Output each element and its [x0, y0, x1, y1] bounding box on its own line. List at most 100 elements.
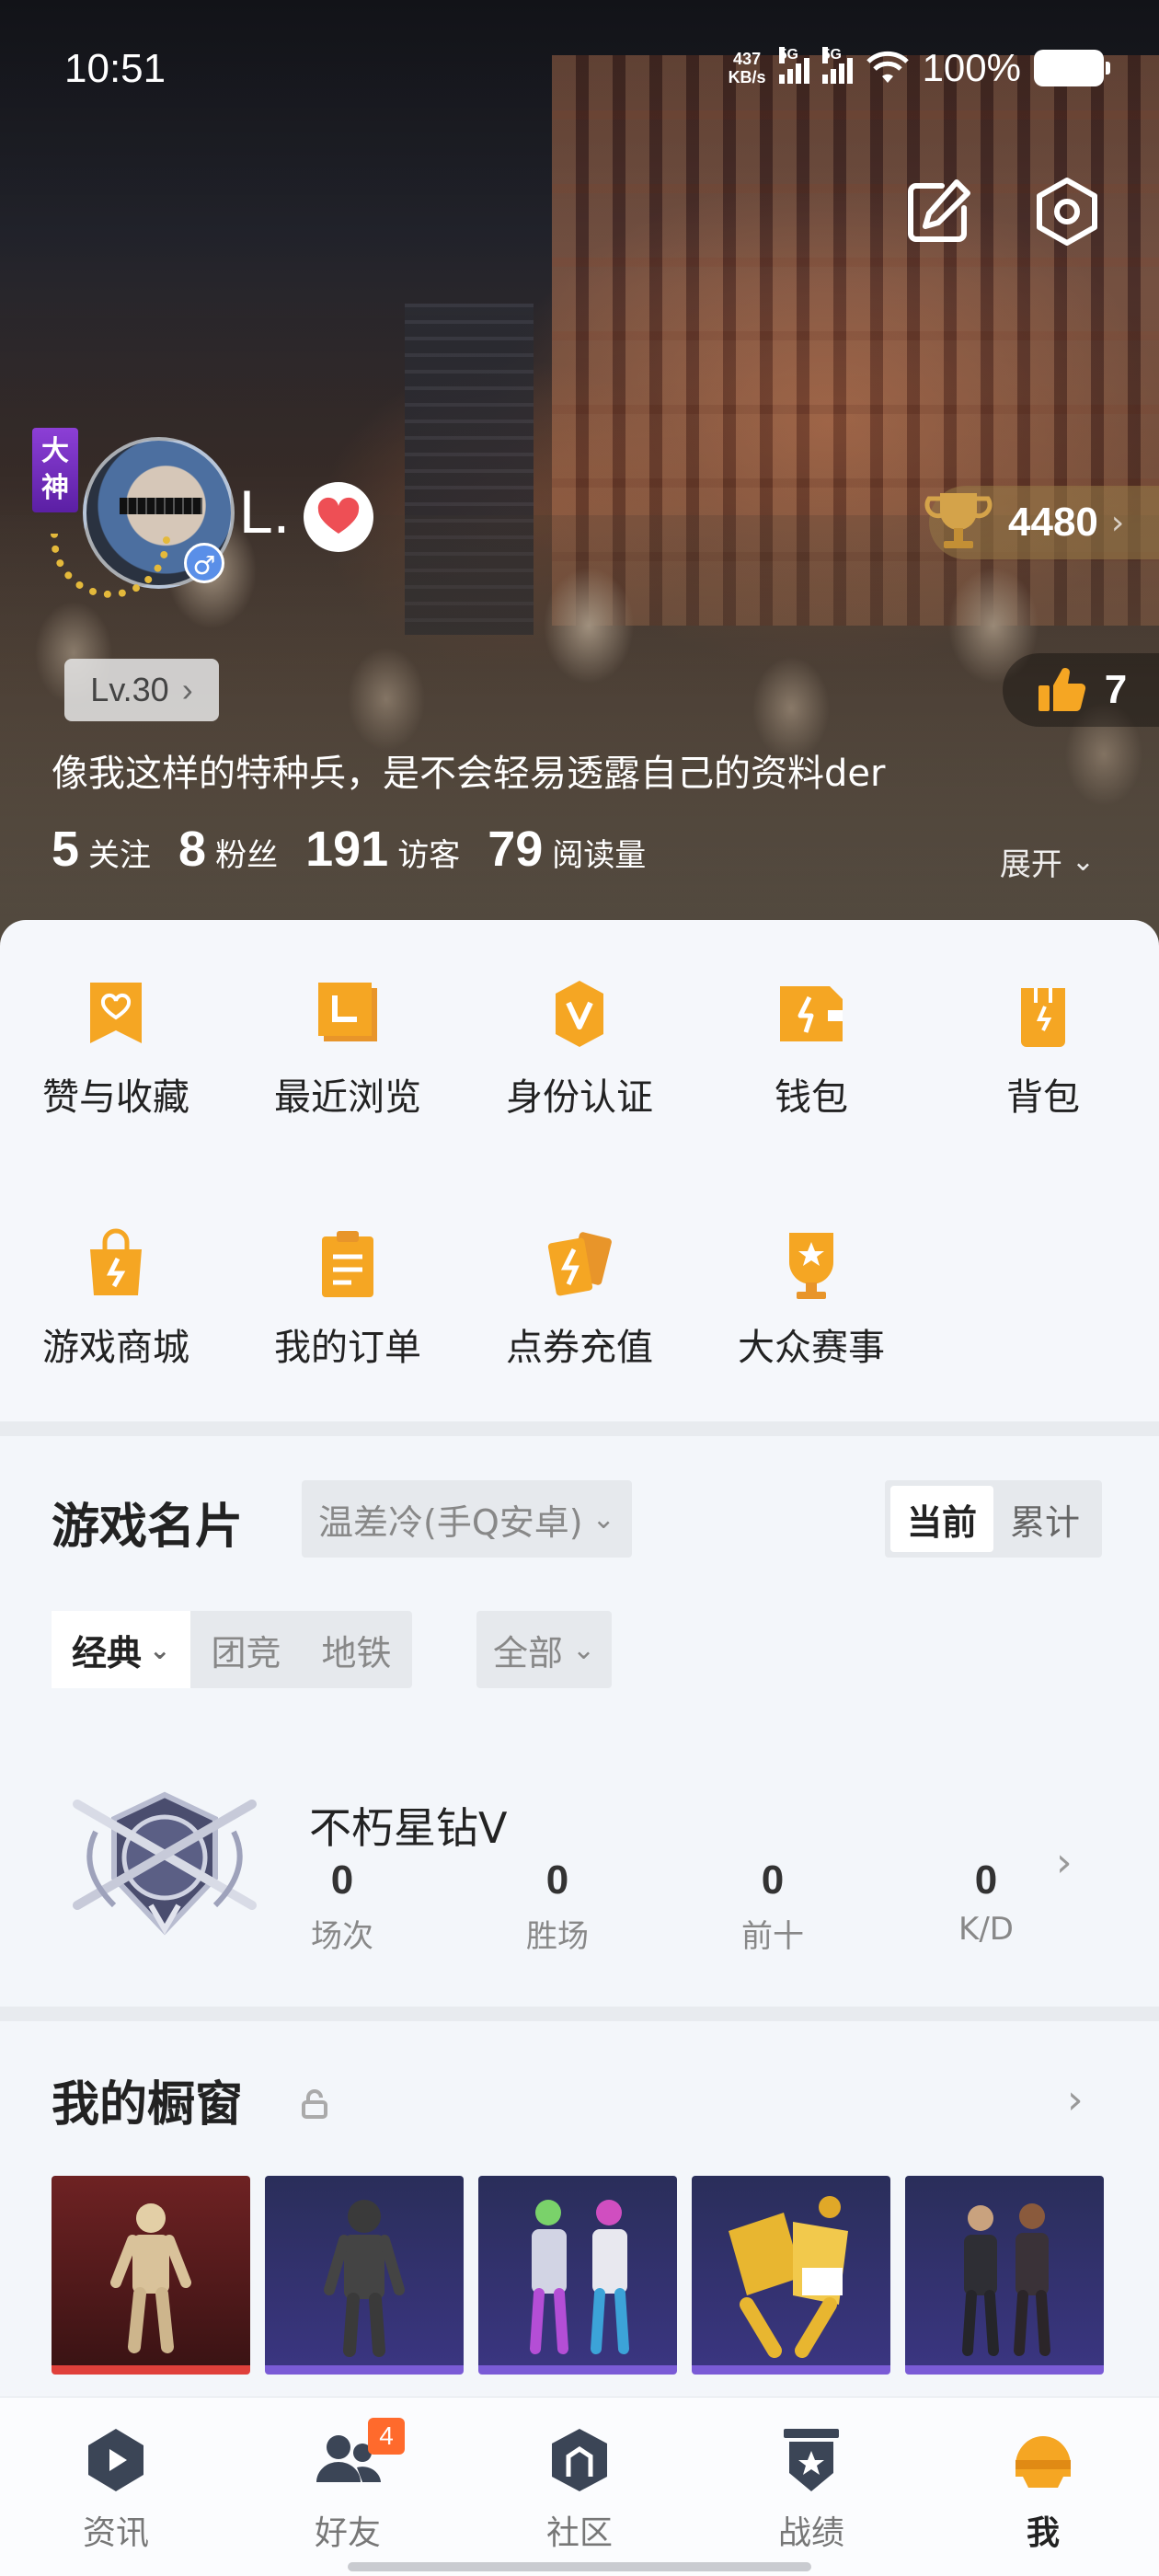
bio: 像我这样的特种兵，是不会轻易透露自己的资料der	[52, 753, 886, 795]
stat-following[interactable]: 5 关注	[52, 821, 151, 878]
chevron-right-icon: ›	[181, 671, 193, 708]
likes[interactable]: 7	[1003, 653, 1159, 727]
chevron-down-icon: ⌄	[572, 1633, 596, 1666]
showcase-item[interactable]	[265, 2176, 464, 2375]
toggle-current[interactable]: 当前	[890, 1486, 994, 1552]
golden-outfit-icon	[729, 2196, 848, 2358]
service-recent-browse[interactable]: 最近浏览	[232, 975, 464, 1121]
nav-me[interactable]: 我	[927, 2423, 1159, 2554]
sunglasses-decoration	[120, 498, 202, 514]
wifi-icon	[866, 51, 909, 83]
verify-v-icon	[556, 981, 603, 1047]
profile-stats: 5 关注 8 粉丝 191 访客 79 阅读量	[52, 821, 673, 878]
male-gender-icon: ♂	[184, 543, 224, 583]
showcase-title: 我的橱窗	[52, 2077, 244, 2133]
chevron-right-icon[interactable]: ›	[1056, 1839, 1073, 1886]
rank-name: 不朽星钻Ⅴ	[309, 1803, 508, 1853]
stat-visitors[interactable]: 191 访客	[305, 821, 460, 878]
divider	[0, 1421, 1159, 1436]
status-time: 10:51	[64, 46, 166, 91]
nav-community[interactable]: 社区	[464, 2423, 695, 2554]
services-grid: 赞与收藏 最近浏览 身份认证 钱包 背包 游戏商城 我的订单 点券充值 大众赛事	[0, 920, 1159, 1421]
nickname: L.	[239, 477, 291, 546]
heart-icon[interactable]	[304, 482, 373, 552]
service-public-tournaments[interactable]: 大众赛事	[695, 1225, 927, 1371]
showcase-item[interactable]	[692, 2176, 890, 2375]
period-toggle: 当前 累计	[885, 1480, 1103, 1558]
me-helmet-icon	[1016, 2436, 1071, 2488]
service-wallet[interactable]: 钱包	[695, 975, 927, 1121]
lock-icon	[302, 2089, 327, 2119]
divider	[0, 2007, 1159, 2021]
stat-reads[interactable]: 79 阅读量	[488, 821, 646, 878]
battery-icon	[1034, 50, 1110, 86]
rank-stat-wins: 0 胜场	[526, 1857, 589, 1955]
game-card-title: 游戏名片	[52, 1500, 244, 1555]
news-play-icon	[88, 2429, 143, 2491]
friends-badge: 4	[368, 2418, 405, 2455]
clipboard-icon	[322, 1231, 373, 1297]
history-folder-icon	[318, 983, 377, 1041]
home-indicator[interactable]	[348, 2562, 811, 2571]
showcase-item[interactable]	[52, 2176, 250, 2375]
rank-stat-kd: 0 K/D	[958, 1857, 1014, 1948]
expand-button[interactable]: 展开 ⌄	[1000, 839, 1095, 884]
showcase-section: 我的橱窗 ›	[0, 2021, 1159, 2397]
mode-metro[interactable]: 地铁	[302, 1611, 412, 1688]
nav-news[interactable]: 资讯	[0, 2423, 232, 2554]
like-count: 7	[1104, 667, 1128, 712]
service-identity-verify[interactable]: 身份认证	[464, 975, 695, 1121]
settings-icon[interactable]	[1030, 175, 1104, 248]
game-card-section: 游戏名片 温差冷(手Q安卓) ⌄ 当前 累计 经典 ⌄ 团竞 地铁 全部 ⌄ 不…	[0, 1436, 1159, 2007]
chevron-down-icon: ⌄	[591, 1502, 615, 1535]
chevron-down-icon: ⌄	[1071, 845, 1095, 878]
service-backpack[interactable]: 背包	[927, 975, 1159, 1121]
service-my-orders[interactable]: 我的订单	[232, 1225, 464, 1371]
account-select[interactable]: 温差冷(手Q安卓) ⌄	[302, 1480, 632, 1558]
profile-header: 10:51 437 KB/s 5G 5G 100% 大神 ♂ L. 4480 ›…	[0, 0, 1159, 948]
trophy-points[interactable]: 4480 ›	[924, 486, 1159, 559]
battle-record-icon	[784, 2429, 839, 2491]
chevron-down-icon: ⌄	[149, 1634, 171, 1665]
outfit-pair-icon	[962, 2203, 1050, 2356]
service-likes-favorites[interactable]: 赞与收藏	[0, 975, 232, 1121]
chevron-right-icon[interactable]: ›	[1067, 2076, 1084, 2123]
outfit-figure-icon	[110, 2203, 191, 2353]
nav-friends[interactable]: 4 好友	[232, 2418, 464, 2554]
network-speed: 437 KB/s	[728, 50, 766, 86]
thumbs-up-icon	[1038, 668, 1085, 712]
avatar[interactable]: 大神 ♂	[32, 428, 235, 603]
edit-icon[interactable]	[901, 175, 975, 248]
bottom-nav: 资讯 4 好友 社区 战绩 我	[0, 2397, 1159, 2576]
battery-percent: 100%	[922, 46, 1021, 89]
level-badge[interactable]: Lv.30 ›	[64, 659, 219, 721]
status-bar: 10:51 437 KB/s 5G 5G 100%	[0, 0, 1159, 138]
mode-tabs: 经典 ⌄ 团竞 地铁	[52, 1611, 412, 1688]
outfit-pair-icon	[530, 2200, 629, 2354]
community-icon	[552, 2429, 607, 2491]
mode-team-deathmatch[interactable]: 团竞	[190, 1611, 301, 1688]
rank-emblem-icon[interactable]	[59, 1767, 270, 1951]
chevron-right-icon: ›	[1110, 503, 1125, 542]
mode-classic[interactable]: 经典 ⌄	[52, 1611, 191, 1688]
god-badge: 大神	[32, 428, 78, 512]
showcase-item[interactable]	[478, 2176, 677, 2375]
shopping-bag-icon	[90, 1228, 142, 1295]
nav-battle-record[interactable]: 战绩	[695, 2423, 927, 2554]
rank-stat-top10: 0 前十	[741, 1857, 804, 1955]
showcase-item[interactable]	[905, 2176, 1104, 2375]
heart-bookmark-icon	[90, 983, 142, 1043]
stat-followers[interactable]: 8 粉丝	[178, 821, 278, 878]
recharge-cards-icon	[547, 1232, 612, 1296]
wallet-icon	[780, 986, 843, 1041]
service-game-mall[interactable]: 游戏商城	[0, 1225, 232, 1371]
signal-icon: 5G	[821, 47, 853, 84]
backpack-icon	[1021, 988, 1065, 1047]
service-recharge[interactable]: 点券充值	[464, 1225, 695, 1371]
rank-stat-matches: 0 场次	[311, 1857, 373, 1955]
trophy-icon	[924, 493, 993, 548]
filter-select[interactable]: 全部 ⌄	[476, 1611, 613, 1688]
outfit-figure-icon	[324, 2200, 405, 2357]
trophy-count: 4480	[1008, 500, 1098, 545]
toggle-total[interactable]: 累计	[993, 1486, 1096, 1552]
